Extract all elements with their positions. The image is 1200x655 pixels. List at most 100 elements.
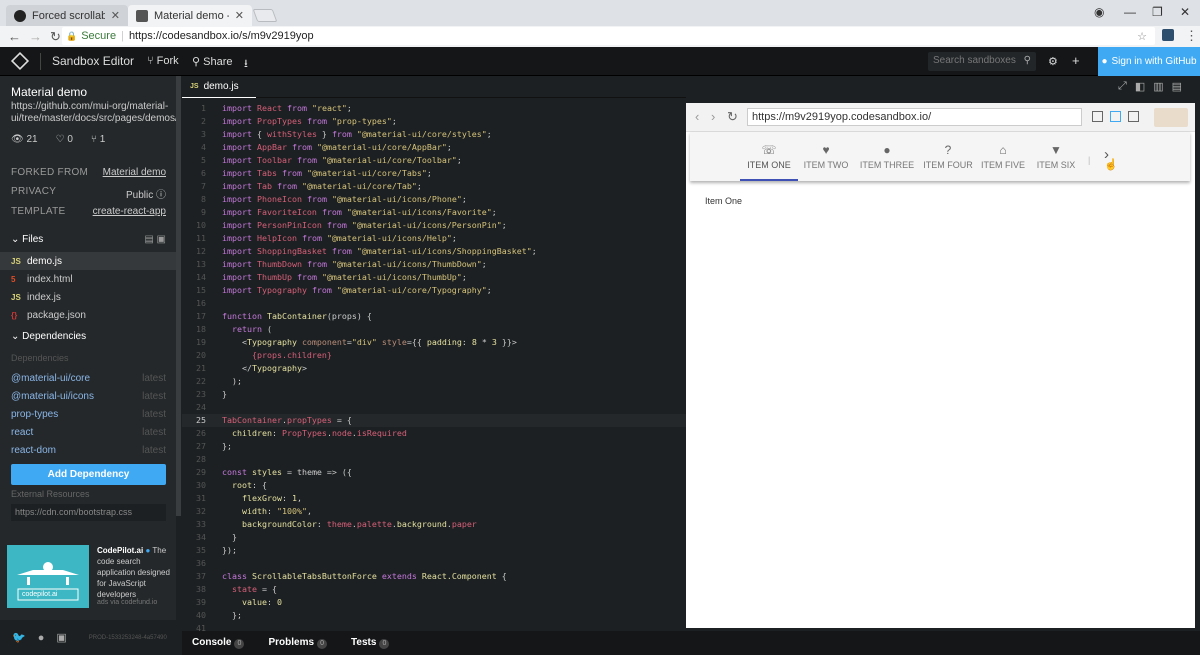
tab-demo-js[interactable]: JS demo.js bbox=[182, 76, 256, 98]
tab-item-six[interactable]: ▼ Item Six bbox=[1030, 132, 1082, 181]
profile-icon[interactable]: ◉ bbox=[1094, 5, 1104, 19]
twitter-icon[interactable]: 🐦 bbox=[12, 631, 26, 644]
dependencies-section-header[interactable]: ⌄ Dependencies bbox=[11, 331, 166, 342]
eye-icon: 👁 bbox=[11, 134, 27, 145]
privacy-label: PRIVACY bbox=[11, 186, 57, 197]
dependency-version: latest bbox=[142, 373, 166, 384]
fork-icon: ⑂ bbox=[147, 55, 157, 67]
tab-item-three[interactable]: ● Item Three bbox=[854, 132, 920, 181]
back-icon[interactable]: ← bbox=[8, 29, 21, 44]
browser-tab-label: Forced scrollable Tabs no bbox=[32, 9, 105, 22]
reload-icon[interactable]: ↻ bbox=[50, 29, 61, 45]
sandbox-title: Material demo bbox=[11, 85, 88, 99]
tab-item-one[interactable]: ☏ Item One bbox=[740, 132, 798, 181]
close-icon[interactable]: ✕ bbox=[111, 9, 120, 22]
tab-label: Item Five bbox=[980, 160, 1025, 170]
address-bar[interactable]: 🔒 Secure | https://codesandbox.io/s/m9v2… bbox=[62, 27, 1155, 45]
github-icon[interactable]: ● bbox=[38, 632, 45, 644]
ad-image: codepilot.ai bbox=[7, 545, 89, 608]
tests-tab[interactable]: Tests 0 bbox=[351, 637, 390, 649]
preview-url-text: https://m9v2919yop.codesandbox.io/ bbox=[752, 111, 932, 123]
template-link[interactable]: create-react-app bbox=[93, 206, 166, 217]
reload-icon[interactable]: ↻ bbox=[727, 109, 738, 125]
download-icon[interactable]: ⭳ bbox=[244, 55, 248, 74]
restore-icon[interactable]: ❐ bbox=[1152, 5, 1163, 19]
sidebar-scrollbar[interactable] bbox=[176, 76, 181, 516]
new-window-icon[interactable] bbox=[1128, 111, 1139, 122]
preview-url-input[interactable]: https://m9v2919yop.codesandbox.io/ bbox=[747, 108, 1082, 126]
split-view-icon[interactable]: ▥ bbox=[1153, 80, 1163, 93]
chat-icon[interactable]: ▣ bbox=[56, 631, 66, 644]
problems-tab[interactable]: Problems 0 bbox=[268, 637, 328, 649]
html-file-icon: 5 bbox=[11, 274, 16, 284]
cdn-placeholder: https://cdn.com/bootstrap.css bbox=[15, 507, 133, 517]
new-folder-icon[interactable]: ▣ bbox=[157, 234, 166, 245]
sidebar: Material demo https://github.com/mui-org… bbox=[0, 76, 177, 616]
dependency-item[interactable]: @material-ui/core latest bbox=[11, 373, 166, 384]
likes-count: 0 bbox=[67, 134, 73, 145]
help-icon[interactable]: ⓘ bbox=[156, 190, 166, 201]
dependency-item[interactable]: react-dom latest bbox=[11, 445, 166, 456]
forked-from-link[interactable]: Material demo bbox=[103, 167, 166, 178]
browser-tab-github[interactable]: Forced scrollable Tabs no ✕ bbox=[6, 5, 128, 26]
extension-icon[interactable] bbox=[1162, 29, 1174, 41]
file-item-package-json[interactable]: {} package.json bbox=[0, 306, 176, 324]
dependencies-label: Dependencies bbox=[22, 331, 87, 342]
dependency-item[interactable]: prop-types latest bbox=[11, 409, 166, 420]
console-tab[interactable]: Console 0 bbox=[192, 637, 245, 649]
file-name: index.html bbox=[27, 273, 73, 285]
forward-icon[interactable]: → bbox=[29, 29, 42, 44]
dependency-item[interactable]: react latest bbox=[11, 427, 166, 438]
responsive-icon[interactable] bbox=[1092, 111, 1103, 122]
gear-icon[interactable]: ⚙ bbox=[1048, 55, 1058, 68]
files-section-header[interactable]: ⌄ Files ▤ ▣ bbox=[11, 234, 166, 245]
external-resource-input[interactable]: https://cdn.com/bootstrap.css bbox=[11, 504, 166, 521]
file-item-index-html[interactable]: 5 index.html bbox=[0, 270, 176, 288]
dependency-version: latest bbox=[142, 409, 166, 420]
ad-via[interactable]: ads via codefund.io bbox=[97, 599, 157, 606]
codesandbox-icon bbox=[136, 9, 148, 22]
privacy-value: Public ⓘ bbox=[126, 186, 166, 201]
fork-button[interactable]: ⑂ Fork bbox=[147, 55, 179, 67]
add-icon[interactable]: + bbox=[1072, 53, 1080, 68]
codesandbox-logo-icon[interactable] bbox=[10, 51, 30, 71]
new-tab-button[interactable] bbox=[252, 9, 278, 22]
preview-toggle[interactable] bbox=[1154, 108, 1188, 127]
preview-view-icon[interactable]: ▤ bbox=[1172, 80, 1182, 93]
search-input[interactable]: Search sandboxes ⚲ bbox=[928, 52, 1036, 71]
js-file-icon: JS bbox=[11, 292, 21, 302]
back-icon[interactable]: ‹ bbox=[695, 109, 699, 124]
share-button[interactable]: ⚲ Share bbox=[192, 55, 232, 68]
prod-id: PROD-1533253248-4a57490 bbox=[88, 634, 167, 641]
file-item-index-js[interactable]: JS index.js bbox=[0, 288, 176, 306]
new-file-icon[interactable]: ▤ bbox=[144, 234, 153, 245]
tab-label: Item Four bbox=[923, 160, 973, 170]
console-toggle-icon[interactable] bbox=[1110, 111, 1121, 122]
browser-tab-codesandbox[interactable]: Material demo - CodeSa ✕ bbox=[128, 5, 252, 26]
bookmark-star-icon[interactable]: ☆ bbox=[1137, 30, 1147, 43]
tab-indicator bbox=[740, 179, 798, 181]
privacy-row: PRIVACY Public ⓘ bbox=[11, 186, 166, 201]
editor-view-icon[interactable]: ◧ bbox=[1135, 80, 1145, 93]
likes-stat[interactable]: ♡ 0 bbox=[56, 134, 73, 145]
close-icon[interactable]: ✕ bbox=[235, 9, 244, 22]
add-dependency-button[interactable]: Add Dependency bbox=[11, 464, 166, 485]
sandbox-description: https://github.com/mui-org/material-ui/t… bbox=[11, 101, 177, 124]
close-window-icon[interactable]: ✕ bbox=[1180, 5, 1190, 19]
tab-item-four[interactable]: ? Item Four bbox=[920, 132, 976, 181]
sponsor-ad[interactable]: codepilot.ai CodePilot.ai ● The code sea… bbox=[0, 540, 176, 620]
expand-icon[interactable]: ⤢ bbox=[1118, 80, 1127, 93]
forward-icon[interactable]: › bbox=[711, 109, 715, 124]
code-editor[interactable]: 1 import React from "react"; 2 import Prop… bbox=[182, 98, 686, 631]
dependency-item[interactable]: @material-ui/icons latest bbox=[11, 391, 166, 402]
tab-item-two[interactable]: ♥ Item Two bbox=[798, 132, 854, 181]
menu-icon[interactable]: ⋮ bbox=[1185, 28, 1198, 44]
tab-item-five[interactable]: ⌂ Item Five bbox=[976, 132, 1030, 181]
tests-count: 0 bbox=[379, 639, 390, 649]
signin-button[interactable]: ● Sign in with GitHub bbox=[1098, 47, 1200, 76]
file-item-demo-js[interactable]: JS demo.js bbox=[0, 252, 176, 270]
fork-icon: ⑂ bbox=[90, 134, 100, 145]
minimize-icon[interactable]: — bbox=[1124, 5, 1136, 19]
ad-image-label: codepilot.ai bbox=[22, 591, 58, 598]
dependency-name: react-dom bbox=[11, 445, 57, 456]
